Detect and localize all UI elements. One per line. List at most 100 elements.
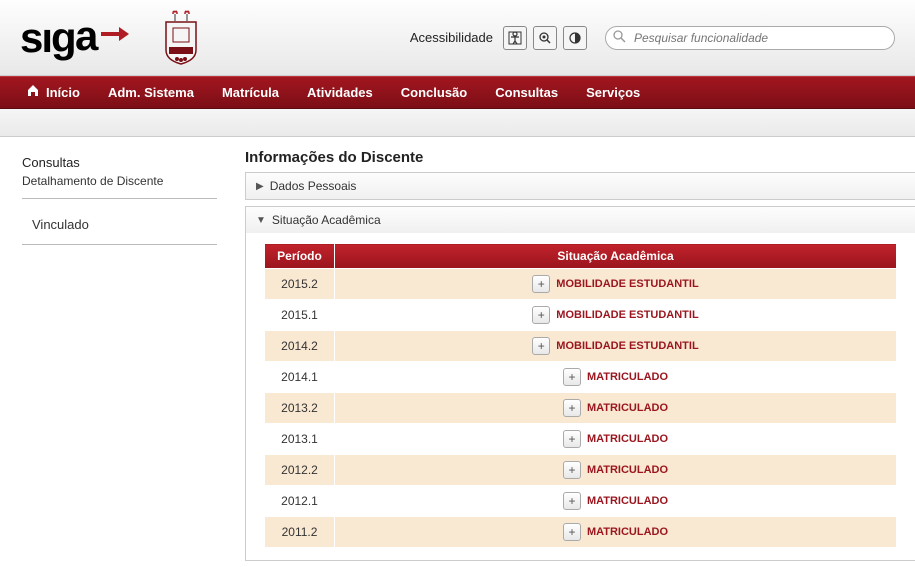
sub-bar [0,109,915,137]
institution-shield-icon [161,10,201,65]
panel-header-situacao-academica[interactable]: ▼ Situação Acadêmica [246,207,915,233]
accessibility-zoom-button[interactable] [533,26,557,50]
expand-row-button[interactable]: + [532,306,550,324]
period-cell: 2015.2 [265,269,335,300]
expand-row-button[interactable]: + [532,275,550,293]
person-icon [508,31,522,45]
status-cell: + MOBILIDADE ESTUDANTIL [335,300,897,331]
table-row: 2012.2 + MATRICULADO [265,455,897,486]
status-label: MOBILIDADE ESTUDANTIL [556,340,698,352]
status-cell: + MATRICULADO [335,455,897,486]
main-column: Informações do Discente ▶ Dados Pessoais… [225,149,915,567]
nav-matricula[interactable]: Matrícula [208,76,293,109]
nav-home[interactable]: Início [12,76,94,109]
table-row: 2013.1 + MATRICULADO [265,424,897,455]
status-cell: + MATRICULADO [335,393,897,424]
accessibility-person-button[interactable] [503,26,527,50]
status-label: MOBILIDADE ESTUDANTIL [556,309,698,321]
table-row: 2015.2 + MOBILIDADE ESTUDANTIL [265,269,897,300]
table-row: 2014.2 + MOBILIDADE ESTUDANTIL [265,331,897,362]
status-label: MATRICULADO [587,495,668,507]
period-cell: 2012.2 [265,455,335,486]
nav-label: Consultas [495,76,558,109]
status-cell: + MATRICULADO [335,424,897,455]
expand-row-button[interactable]: + [563,523,581,541]
period-cell: 2014.2 [265,331,335,362]
sidebar: Consultas Detalhamento de Discente Vincu… [0,149,225,567]
period-cell: 2015.1 [265,300,335,331]
status-label: MATRICULADO [587,433,668,445]
search-input[interactable] [605,26,895,50]
main-nav: Início Adm. Sistema Matrícula Atividades… [0,76,915,109]
sidebar-section-title: Consultas [22,155,217,170]
status-cell: + MOBILIDADE ESTUDANTIL [335,269,897,300]
status-cell: + MATRICULADO [335,486,897,517]
sidebar-section: Consultas Detalhamento de Discente [22,149,217,199]
caret-down-icon: ▼ [256,215,266,226]
logo-arrow-icon: a [75,16,131,60]
panel-situacao-academica: ▼ Situação Acadêmica Período Situação Ac… [245,206,915,561]
nav-atividades[interactable]: Atividades [293,76,387,109]
table-row: 2014.1 + MATRICULADO [265,362,897,393]
nav-conclusao[interactable]: Conclusão [387,76,481,109]
period-cell: 2011.2 [265,517,335,548]
expand-row-button[interactable]: + [532,337,550,355]
panel-body-situacao-academica: Período Situação Acadêmica 2015.2 + MOBILI… [246,233,915,560]
logo-group: sıg a [20,10,201,65]
table-row: 2013.2 + MATRICULADO [265,393,897,424]
nav-adm-sistema[interactable]: Adm. Sistema [94,76,208,109]
status-label: MATRICULADO [587,464,668,476]
search-icon [613,30,626,46]
siga-logo[interactable]: sıg a [20,14,131,62]
nav-label: Início [46,76,80,109]
status-label: MOBILIDADE ESTUDANTIL [556,278,698,290]
caret-right-icon: ▶ [256,181,264,192]
col-period: Período [265,244,335,269]
table-row: 2012.1 + MATRICULADO [265,486,897,517]
content-area: Consultas Detalhamento de Discente Vincu… [0,137,915,567]
header-bar: sıg a Acessibilidade [0,0,915,76]
expand-row-button[interactable]: + [563,399,581,417]
panel-dados-pessoais: ▶ Dados Pessoais [245,172,915,200]
search-box [605,26,895,50]
status-cell: + MOBILIDADE ESTUDANTIL [335,331,897,362]
sidebar-item-vinculado[interactable]: Vinculado [22,205,217,245]
nav-label: Adm. Sistema [108,76,194,109]
period-cell: 2012.1 [265,486,335,517]
expand-row-button[interactable]: + [563,461,581,479]
status-label: MATRICULADO [587,402,668,414]
nav-label: Conclusão [401,76,467,109]
home-icon [26,76,40,109]
nav-label: Matrícula [222,76,279,109]
accessibility-area: Acessibilidade [410,26,895,50]
nav-consultas[interactable]: Consultas [481,76,572,109]
period-cell: 2014.1 [265,362,335,393]
status-cell: + MATRICULADO [335,362,897,393]
panel-header-dados-pessoais[interactable]: ▶ Dados Pessoais [246,173,915,199]
table-row: 2015.1 + MOBILIDADE ESTUDANTIL [265,300,897,331]
accessibility-label: Acessibilidade [410,30,493,45]
accessibility-contrast-button[interactable] [563,26,587,50]
status-cell: + MATRICULADO [335,517,897,548]
expand-row-button[interactable]: + [563,368,581,386]
table-row: 2011.2 + MATRICULADO [265,517,897,548]
contrast-icon [568,31,582,45]
magnifier-icon [538,31,552,45]
panel-title: Dados Pessoais [270,179,357,193]
academic-status-table: Período Situação Acadêmica 2015.2 + MOBILI… [264,243,897,548]
nav-label: Atividades [307,76,373,109]
page-title: Informações do Discente [245,149,915,166]
status-label: MATRICULADO [587,371,668,383]
nav-label: Serviços [586,76,640,109]
period-cell: 2013.2 [265,393,335,424]
period-cell: 2013.1 [265,424,335,455]
status-label: MATRICULADO [587,526,668,538]
sidebar-section-sub: Detalhamento de Discente [22,174,217,188]
nav-servicos[interactable]: Serviços [572,76,654,109]
col-status: Situação Acadêmica [335,244,897,269]
panel-title: Situação Acadêmica [272,213,381,227]
expand-row-button[interactable]: + [563,430,581,448]
expand-row-button[interactable]: + [563,492,581,510]
logo-text: sıg [20,14,75,62]
svg-text:a: a [75,16,99,59]
